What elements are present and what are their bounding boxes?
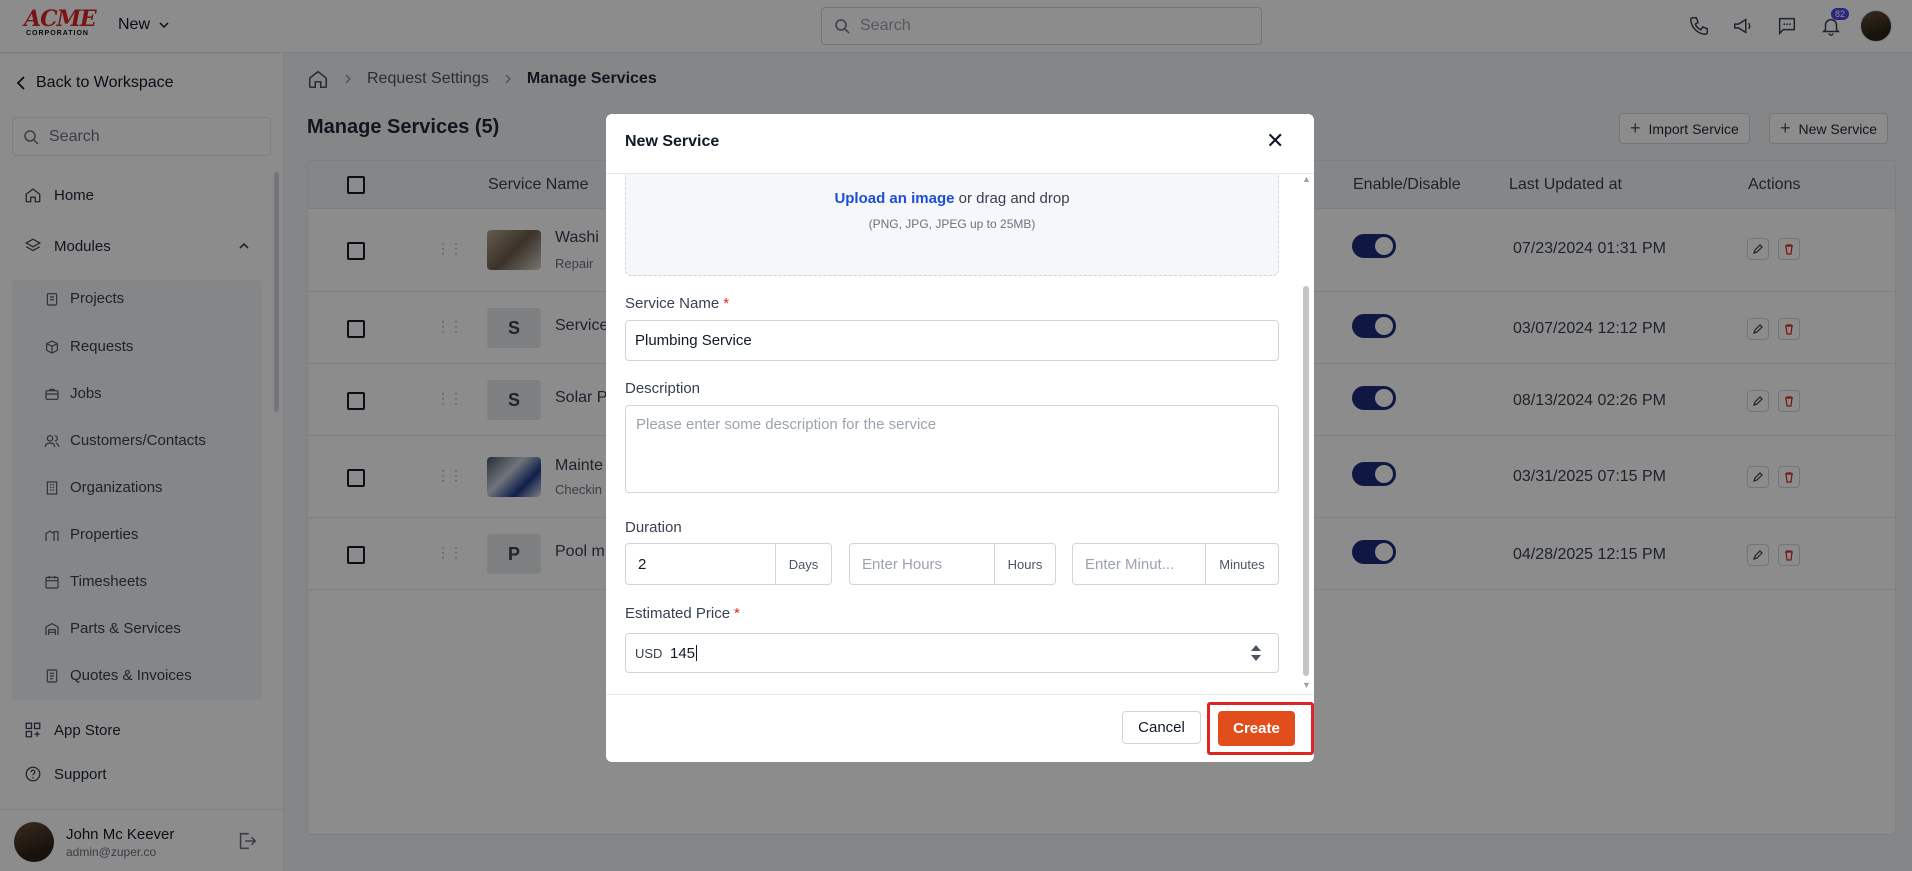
estimated-price-label: Estimated Price * (625, 605, 740, 622)
days-input[interactable]: 2 (626, 544, 776, 584)
upload-text: or drag and drop (954, 190, 1070, 207)
minutes-input-group: Enter Minut... Minutes (1072, 543, 1279, 585)
duration-label: Duration (625, 519, 682, 536)
upload-line: Upload an image or drag and drop (626, 190, 1278, 207)
days-value: 2 (638, 555, 647, 573)
price-value: 145 (670, 644, 696, 662)
create-button[interactable]: Create (1218, 711, 1295, 746)
required-marker: * (734, 605, 740, 622)
minutes-unit: Minutes (1219, 556, 1265, 572)
scroll-down-icon[interactable]: ▼ (1302, 680, 1311, 690)
currency-label: USD (635, 645, 663, 661)
upload-image-link[interactable]: Upload an image (834, 190, 954, 207)
days-input-group: 2 Days (625, 543, 832, 585)
text-cursor (696, 645, 698, 661)
new-service-modal: New Service ✕ Upload an image or drag an… (606, 114, 1314, 762)
hours-input[interactable]: Enter Hours (850, 544, 995, 584)
service-name-label: Service Name * (625, 295, 729, 312)
service-name-value: Plumbing Service (635, 332, 752, 349)
estimated-price-input[interactable]: USD 145 (625, 633, 1279, 673)
modal-footer-divider (606, 694, 1314, 695)
cancel-button[interactable]: Cancel (1122, 711, 1201, 744)
description-placeholder: Please enter some description for the se… (636, 416, 937, 433)
required-marker: * (723, 295, 730, 312)
upload-hint: (PNG, JPG, JPEG up to 25MB) (868, 217, 1036, 231)
hours-placeholder: Enter Hours (862, 555, 943, 573)
modal-scrollbar[interactable] (1303, 286, 1309, 676)
minutes-input[interactable]: Enter Minut... (1073, 544, 1206, 584)
minutes-placeholder: Enter Minut... (1085, 555, 1175, 573)
modal-title: New Service (625, 133, 720, 150)
close-icon[interactable]: ✕ (1266, 130, 1284, 152)
service-name-input[interactable]: Plumbing Service (625, 320, 1279, 361)
scroll-up-icon[interactable]: ▲ (1302, 174, 1311, 184)
number-spinner-icon[interactable] (1250, 643, 1262, 667)
image-upload-dropzone[interactable]: Upload an image or drag and drop (PNG, J… (625, 174, 1279, 276)
days-unit: Days (788, 556, 819, 572)
hours-input-group: Enter Hours Hours (849, 543, 1056, 585)
hours-unit: Hours (1007, 556, 1043, 572)
label-text: Estimated Price (625, 605, 731, 622)
label-text: Service Name (625, 295, 720, 312)
description-label: Description (625, 380, 701, 397)
description-textarea[interactable]: Please enter some description for the se… (625, 405, 1279, 493)
